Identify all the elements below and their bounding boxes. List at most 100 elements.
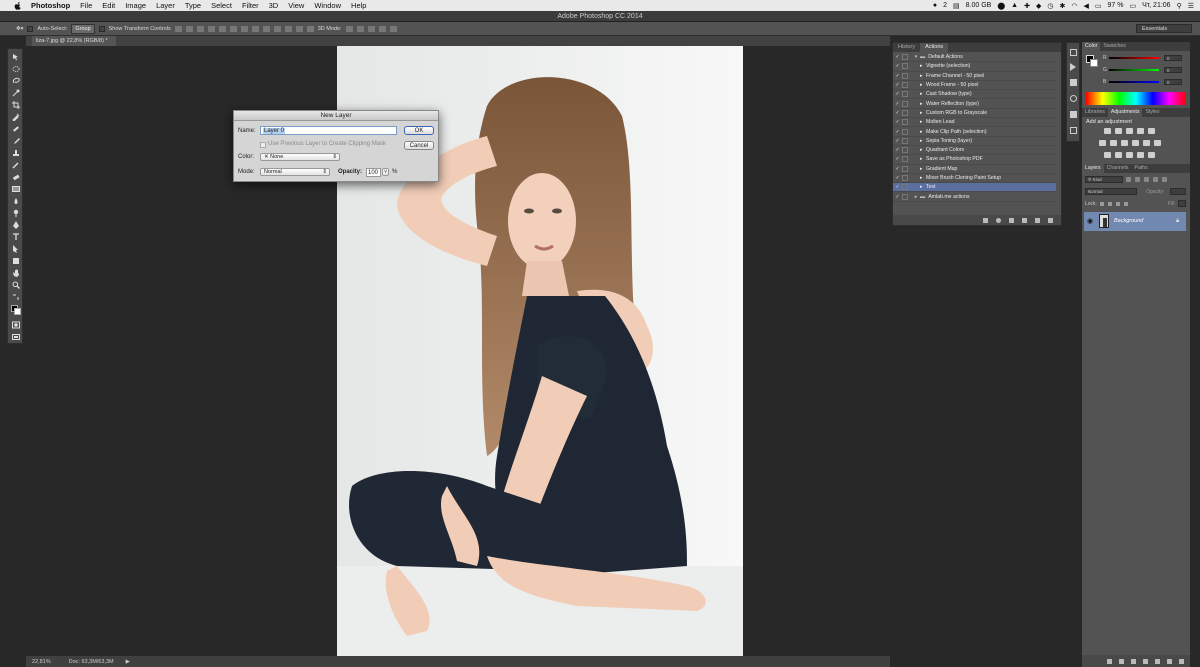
action-toggle-check-icon[interactable]: ✓ [893,147,902,153]
align-right-icon[interactable] [229,25,237,32]
distribute-vcenter-icon[interactable] [251,25,259,32]
action-toggle-check-icon[interactable]: ✓ [893,175,902,181]
status-icon-c[interactable]: ✚ [1024,2,1030,10]
filter-adjustment-icon[interactable] [1135,177,1140,182]
show-transform-checkbox[interactable] [98,25,105,32]
dialog-toggle-icon[interactable] [902,147,908,154]
delete-layer-icon[interactable] [1179,658,1184,664]
background-color-swatch[interactable] [14,308,21,315]
align-hcenter-icon[interactable] [218,25,226,32]
lock-pixels-icon[interactable] [1108,202,1112,206]
action-toggle-check-icon[interactable]: ✓ [893,119,902,125]
action-row[interactable]: ✓ ▸ Mixer Brush Cloning Paint Setup [893,174,1056,184]
distribute-right-icon[interactable] [295,25,303,32]
quick-select-tool-icon[interactable] [11,89,21,97]
filter-pixel-icon[interactable] [1126,177,1131,182]
tab-color[interactable]: Color [1082,42,1101,51]
action-row[interactable]: ✓ ▸ Gradient Map [893,165,1056,174]
threshold-icon[interactable] [1126,152,1133,158]
dialog-toggle-icon[interactable] [902,119,908,126]
channel-g-slider[interactable] [1109,69,1159,71]
channel-r-input[interactable]: 0 [1164,55,1182,61]
tab-actions[interactable]: Actions [920,43,949,52]
menu-view[interactable]: View [283,1,309,10]
layer-name[interactable]: Background [1114,218,1143,224]
posterize-icon[interactable] [1115,152,1122,158]
filter-shape-icon[interactable] [1153,177,1158,182]
3d-pan-icon[interactable] [367,25,375,32]
clone-stamp-tool-icon[interactable] [11,149,21,157]
hand-tool-icon[interactable] [11,269,21,277]
lasso-tool-icon[interactable] [11,77,21,85]
dialog-toggle-icon[interactable] [902,109,908,116]
ok-button[interactable]: OK [404,126,434,135]
color-spectrum-bar[interactable] [1086,92,1186,105]
eraser-tool-icon[interactable] [11,173,21,181]
action-toggle-check-icon[interactable]: ✓ [893,194,902,200]
notification-icon[interactable]: ● [933,2,937,9]
action-toggle-check-icon[interactable]: ✓ [893,110,902,116]
status-icon-b[interactable]: ▲ [1011,2,1018,9]
notification-center-icon[interactable]: ☰ [1188,2,1194,10]
brightness-contrast-icon[interactable] [1104,128,1111,134]
dialog-toggle-icon[interactable] [902,82,908,89]
dialog-toggle-icon[interactable] [902,72,908,79]
spotlight-search-icon[interactable]: ⚲ [1177,2,1182,10]
action-toggle-check-icon[interactable]: ✓ [893,138,902,144]
dialog-toggle-icon[interactable] [902,128,908,135]
hue-saturation-icon[interactable] [1099,140,1106,146]
dropbox-icon[interactable]: ◆ [1036,2,1041,10]
auto-select-checkbox[interactable] [27,25,34,32]
memory-icon[interactable]: ▤ [953,2,960,10]
action-row[interactable]: ✓ ▸ Save as Photoshop PDF [893,155,1056,165]
healing-brush-tool-icon[interactable] [11,125,21,133]
3d-orbit-icon[interactable] [345,25,353,32]
distribute-hcenter-icon[interactable] [284,25,292,32]
selective-color-icon[interactable] [1148,152,1155,158]
new-group-icon[interactable] [1155,658,1160,664]
action-toggle-check-icon[interactable]: ✓ [893,91,902,97]
levels-icon[interactable] [1115,128,1122,134]
swap-colors-icon[interactable] [11,293,21,301]
align-top-icon[interactable] [174,25,182,32]
zoom-readout[interactable]: 22,81% [32,659,51,665]
history-brush-tool-icon[interactable] [11,161,21,169]
action-row[interactable]: ✓ ▸ Cast Shadow (type) [893,90,1056,100]
action-toggle-check-icon[interactable]: ✓ [893,82,902,88]
eye-icon[interactable]: ◉ [1087,217,1093,225]
photo-filter-icon[interactable] [1132,140,1139,146]
color-select[interactable]: ✕ None ⇕ [260,153,340,161]
curves-icon[interactable] [1126,128,1133,134]
lock-all-icon[interactable] [1124,202,1128,206]
dialog-toggle-icon[interactable] [902,184,908,191]
action-row[interactable]: ✓ ▸ Frame Channel - 50 pixel [893,72,1056,81]
disclosure-triangle-icon[interactable]: ▸ [912,194,920,200]
tab-adjustments[interactable]: Adjustments [1107,108,1143,117]
action-toggle-check-icon[interactable]: ✓ [893,63,902,69]
dialog-toggle-icon[interactable] [902,193,908,200]
channel-g-input[interactable]: 0 [1164,67,1182,73]
lock-transparency-icon[interactable] [1100,202,1104,206]
fx-icon[interactable] [1119,658,1124,664]
3d-slide-icon[interactable] [378,25,386,32]
channel-b-slider[interactable] [1109,81,1159,83]
zoom-tool-icon[interactable] [11,281,21,289]
path-selection-tool-icon[interactable] [11,245,21,253]
actions-panel-icon[interactable] [1070,63,1076,71]
move-tool-preset-icon[interactable]: ✥▾ [16,26,23,32]
black-white-icon[interactable] [1121,140,1128,146]
tab-swatches[interactable]: Swatches [1100,42,1129,51]
action-row[interactable]: ✓ ▸ Make Clip Path (selection) [893,127,1056,137]
properties-panel-icon[interactable] [1070,79,1077,86]
menu-image[interactable]: Image [120,1,151,10]
action-toggle-check-icon[interactable]: ✓ [893,101,902,107]
action-set-row[interactable]: ✓ ▾ ▬ Default Actions [893,53,1056,63]
action-row[interactable]: ✓ ▸ Molten Lead [893,118,1056,128]
opacity-input[interactable]: 100 [366,168,381,177]
action-row[interactable]: ✓ ▸ Water Reflection (type) [893,100,1056,109]
align-vcenter-icon[interactable] [185,25,193,32]
brush-panel-icon[interactable] [1070,95,1077,102]
stop-icon[interactable] [983,217,988,223]
wifi-icon[interactable]: ◠ [1071,2,1077,10]
pen-tool-icon[interactable] [11,221,21,229]
